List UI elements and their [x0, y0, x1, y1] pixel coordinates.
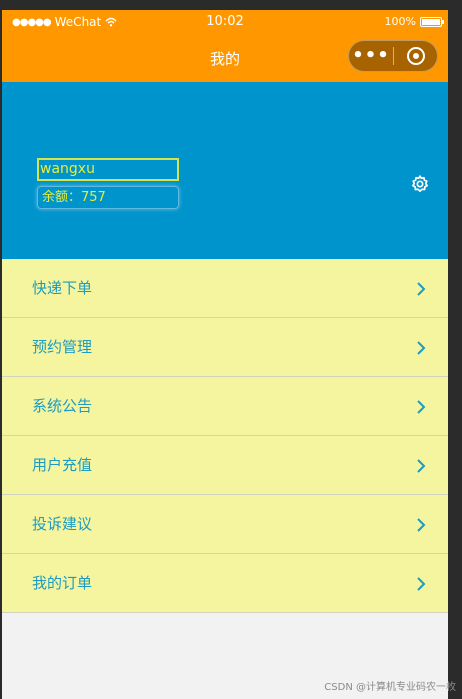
menu-item-my-orders[interactable]: 我的订单: [2, 554, 448, 613]
gear-icon[interactable]: [410, 174, 430, 194]
menu-item-announcements[interactable]: 系统公告: [2, 377, 448, 436]
chevron-right-icon: [417, 577, 426, 591]
watermark: CSDN @计算机专业码农一枚: [324, 682, 456, 693]
battery-icon: [420, 16, 444, 27]
chevron-right-icon: [417, 400, 426, 414]
profile-header: wangxu 余额：757: [2, 82, 448, 259]
more-options-button[interactable]: •••: [349, 41, 393, 71]
menu-item-label: 我的订单: [32, 574, 93, 592]
target-icon: [406, 47, 425, 65]
close-miniprogram-button[interactable]: [394, 47, 437, 65]
chevron-right-icon: [417, 341, 426, 355]
status-time: 10:02: [206, 14, 244, 29]
menu-list: 快递下单 预约管理 系统公告 用户充值 投诉建议 我的订单: [2, 259, 448, 613]
status-bar: ●●●●● WeChat 10:02 100%: [2, 10, 448, 34]
battery-percent: 100%: [384, 15, 416, 28]
chevron-right-icon: [417, 459, 426, 473]
menu-item-express-order[interactable]: 快递下单: [2, 259, 448, 318]
menu-item-label: 快递下单: [32, 279, 93, 297]
chevron-right-icon: [417, 282, 426, 296]
menu-item-recharge[interactable]: 用户充值: [2, 436, 448, 495]
status-battery: 100%: [384, 15, 444, 28]
menu-item-appointments[interactable]: 预约管理: [2, 318, 448, 377]
menu-item-label: 预约管理: [32, 338, 93, 356]
balance-display: 余额：757: [37, 186, 179, 209]
phone-screen: ●●●●● WeChat 10:02 100% 我的 ••• wangxu 余额…: [2, 10, 448, 699]
username-display: wangxu: [37, 158, 179, 181]
menu-item-label: 用户充值: [32, 456, 93, 474]
miniprogram-capsule: •••: [348, 40, 438, 72]
nav-bar: 我的 •••: [2, 34, 448, 82]
menu-item-label: 投诉建议: [32, 515, 93, 533]
chevron-right-icon: [417, 518, 426, 532]
menu-item-feedback[interactable]: 投诉建议: [2, 495, 448, 554]
menu-item-label: 系统公告: [32, 397, 93, 415]
